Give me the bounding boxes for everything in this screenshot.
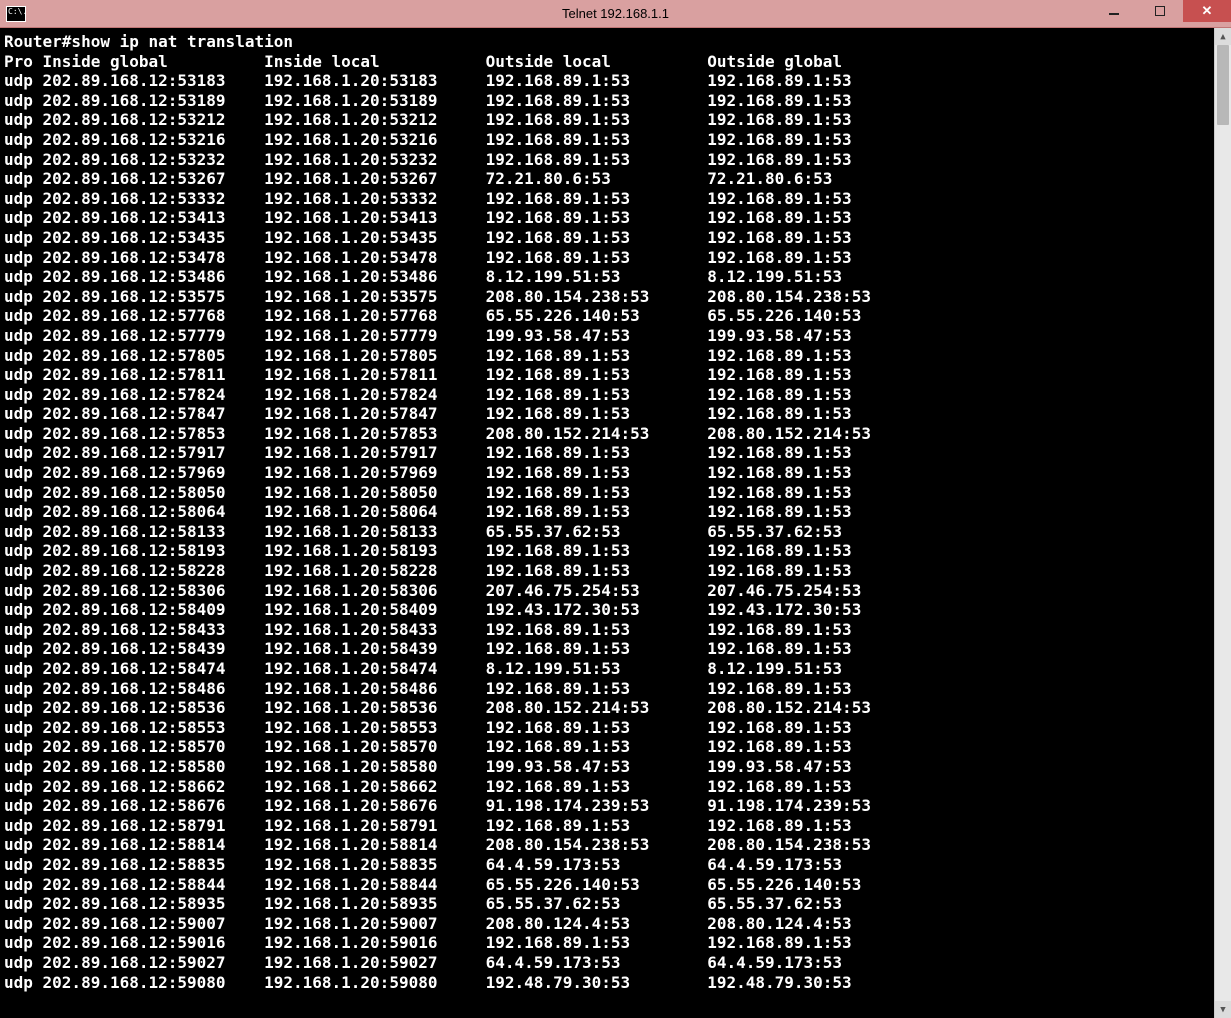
- scroll-down-button[interactable]: ▼: [1215, 1001, 1231, 1018]
- cmd-icon[interactable]: C:\.: [6, 6, 26, 22]
- window-controls: ✕: [1091, 0, 1231, 22]
- maximize-button[interactable]: [1137, 0, 1183, 22]
- close-icon: ✕: [1202, 3, 1213, 19]
- scroll-up-button[interactable]: ▲: [1215, 28, 1231, 45]
- maximize-icon: [1155, 6, 1165, 16]
- window-title: Telnet 192.168.1.1: [0, 6, 1231, 21]
- terminal-area: Router#show ip nat translation Pro Insid…: [0, 28, 1231, 1018]
- minimize-icon: [1109, 13, 1119, 15]
- close-button[interactable]: ✕: [1183, 0, 1231, 22]
- terminal-output[interactable]: Router#show ip nat translation Pro Insid…: [0, 28, 1214, 1018]
- scroll-thumb[interactable]: [1217, 45, 1229, 125]
- minimize-button[interactable]: [1091, 0, 1137, 22]
- vertical-scrollbar[interactable]: ▲ ▼: [1214, 28, 1231, 1018]
- title-bar[interactable]: C:\. Telnet 192.168.1.1 ✕: [0, 0, 1231, 28]
